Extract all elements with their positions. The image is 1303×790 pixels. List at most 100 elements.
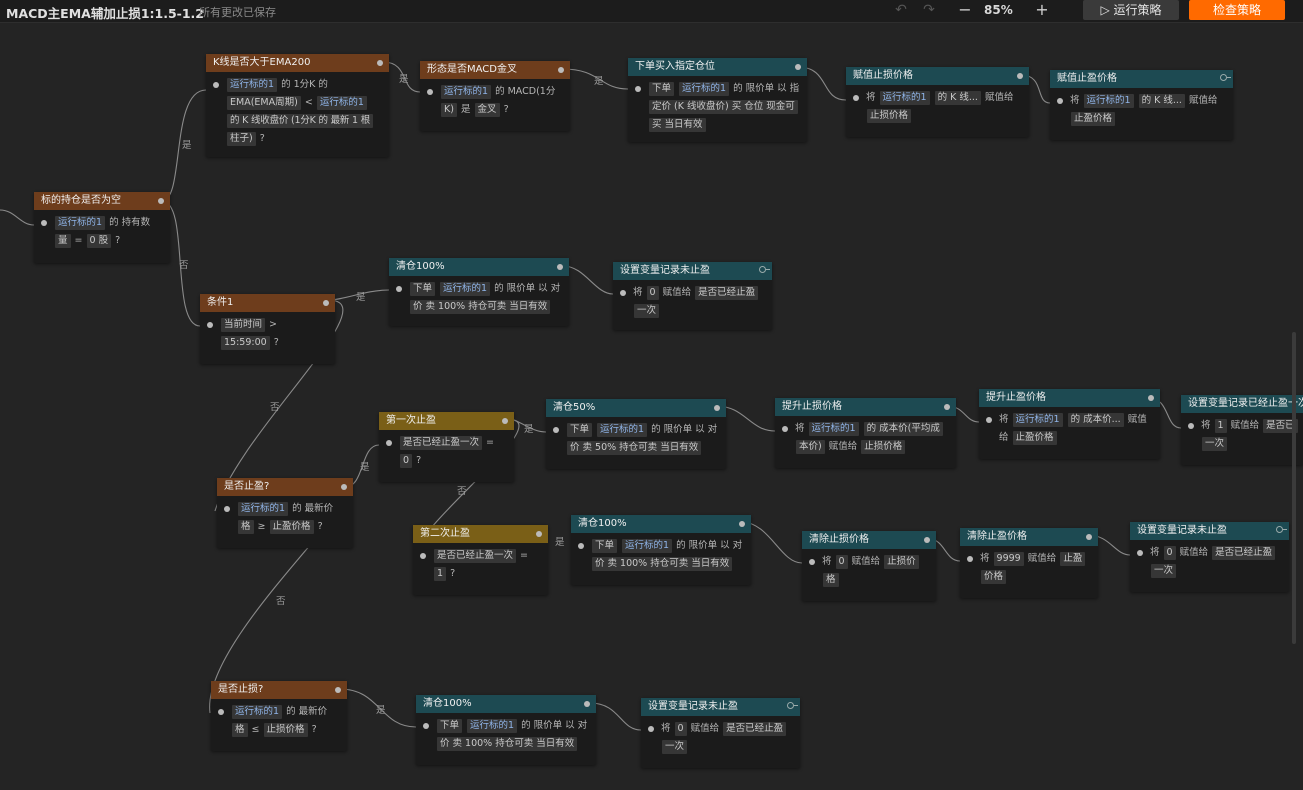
action-param[interactable]: 下单 xyxy=(649,82,675,96)
action-param[interactable]: 下单 xyxy=(410,282,436,296)
variable-param[interactable]: 格 xyxy=(823,573,839,587)
value-param[interactable]: 9999 xyxy=(993,552,1024,566)
value-param[interactable]: 0 xyxy=(1163,546,1176,560)
output-port[interactable] xyxy=(1148,395,1154,401)
target-param[interactable]: 运行标的1 xyxy=(1012,413,1063,427)
action-param[interactable]: 下单 xyxy=(592,539,618,553)
field-param[interactable]: 的 K 线... xyxy=(934,91,981,105)
end-port-icon[interactable] xyxy=(1276,526,1287,533)
input-port[interactable] xyxy=(782,426,788,432)
field-param[interactable]: 格 xyxy=(232,723,248,737)
condition-node-second-profit[interactable]: 第二次止盈 是否已经止盈一次 = 1 ? xyxy=(413,525,548,595)
action-node-set-not-profit-third[interactable]: 设置变量记录未止盈 将 0 赋值给 是否已经止盈 一次 xyxy=(641,698,800,768)
end-port-icon[interactable] xyxy=(759,266,770,273)
target-param[interactable]: 运行标的1 xyxy=(879,91,930,105)
variable-param[interactable]: 止损价格 xyxy=(861,440,906,454)
input-port[interactable] xyxy=(620,290,626,296)
action-node-clear-stop-loss[interactable]: 清除止损价格 将 0 赋值给 止损价格 xyxy=(802,531,936,601)
field-param[interactable]: 的 K 线收盘价 (1分K 的 最新 1 根 xyxy=(227,114,373,128)
variable-param[interactable]: 价格 xyxy=(981,570,1007,584)
input-port[interactable] xyxy=(423,723,429,729)
time-param[interactable]: 15:59:00 xyxy=(221,336,270,350)
input-port[interactable] xyxy=(1057,98,1063,104)
input-port[interactable] xyxy=(553,427,559,433)
input-port[interactable] xyxy=(578,543,584,549)
input-port[interactable] xyxy=(213,82,219,88)
field-param[interactable]: 本价) xyxy=(796,440,825,454)
output-port[interactable] xyxy=(502,418,508,424)
value-param[interactable]: 0 xyxy=(646,286,659,300)
input-port[interactable] xyxy=(224,506,230,512)
value-param[interactable]: 0 xyxy=(674,722,687,736)
variable-param[interactable]: 止损价格 xyxy=(867,109,912,123)
output-port[interactable] xyxy=(924,537,930,543)
variable-param[interactable]: 是否已经止盈 xyxy=(1212,546,1276,560)
input-port[interactable] xyxy=(853,95,859,101)
order-param[interactable]: 买 当日有效 xyxy=(649,118,706,132)
field-param[interactable]: 的 成本价(平均成 xyxy=(863,422,943,436)
output-port[interactable] xyxy=(323,300,329,306)
output-port[interactable] xyxy=(944,404,950,410)
input-port[interactable] xyxy=(635,86,641,92)
value-param[interactable]: 金叉 xyxy=(474,103,500,117)
target-param[interactable]: 运行标的1 xyxy=(238,502,289,516)
action-node-raise-take-profit[interactable]: 提升止盈价格 将 运行标的1 的 成本价... 赋值给 止盈价格 xyxy=(979,389,1160,459)
value-param[interactable]: 0 xyxy=(400,454,413,468)
target-param[interactable]: 运行标的1 xyxy=(441,85,492,99)
variable-param[interactable]: 一次 xyxy=(634,304,660,318)
variable-param[interactable]: 一次 xyxy=(1202,437,1228,451)
order-param[interactable]: 定价 (K 线收盘价) 买 仓位 现金可 xyxy=(649,100,798,114)
field-param[interactable]: 量 xyxy=(55,234,71,248)
action-node-assign-stop-loss[interactable]: 赋值止损价格 将 运行标的1 的 K 线... 赋值给 止损价格 xyxy=(846,67,1029,137)
value-param[interactable]: 0 股 xyxy=(86,234,112,248)
variable-param[interactable]: 一次 xyxy=(1151,564,1177,578)
value-param[interactable]: 0 xyxy=(835,555,848,569)
field-param[interactable]: 格 xyxy=(238,520,254,534)
variable-param[interactable]: 止盈 xyxy=(1060,552,1086,566)
target-param[interactable]: 运行标的1 xyxy=(622,539,673,553)
output-port[interactable] xyxy=(795,64,801,70)
input-port[interactable] xyxy=(386,440,392,446)
action-node-raise-stop-loss[interactable]: 提升止损价格 将 运行标的1 的 成本价(平均成 本价) 赋值给 止损价格 xyxy=(775,398,956,468)
end-port-icon[interactable] xyxy=(1220,74,1231,81)
output-port[interactable] xyxy=(536,531,542,537)
field-param[interactable]: 的 K 线... xyxy=(1138,94,1185,108)
condition-node-kline-above-ema200[interactable]: K线是否大于EMA200 运行标的1 的 1分K 的 EMA(EMA周期) < 运… xyxy=(206,54,389,157)
input-port[interactable] xyxy=(420,553,426,559)
vertical-scrollbar[interactable] xyxy=(1292,332,1296,644)
condition-node-macd-golden-cross[interactable]: 形态是否MACD金叉 运行标的1 的 MACD(1分 K) 是 金叉 ? xyxy=(420,61,570,131)
input-port[interactable] xyxy=(1188,423,1194,429)
condition-node-time-check[interactable]: 条件1 当前时间 >15:59:00 ? xyxy=(200,294,335,364)
output-port[interactable] xyxy=(1017,73,1023,79)
output-port[interactable] xyxy=(714,405,720,411)
field-param[interactable]: 的 成本价... xyxy=(1067,413,1124,427)
target-param[interactable]: 运行标的1 xyxy=(440,282,491,296)
output-port[interactable] xyxy=(1086,534,1092,540)
order-param[interactable]: 价 卖 100% 持仓可卖 当日有效 xyxy=(592,557,733,571)
action-node-set-not-profit-second[interactable]: 设置变量记录未止盈 将 0 赋值给 是否已经止盈 一次 xyxy=(1130,522,1289,592)
input-port[interactable] xyxy=(41,220,47,226)
condition-node-first-profit[interactable]: 第一次止盈 是否已经止盈一次 = 0 ? xyxy=(379,412,514,482)
variable-param[interactable]: 一次 xyxy=(662,740,688,754)
input-port[interactable] xyxy=(648,726,654,732)
action-node-set-profit-once[interactable]: 设置变量记录已经止盈一次 将 1 赋值给 是否已 一次 xyxy=(1181,395,1303,465)
indicator-param[interactable]: EMA(EMA周期) xyxy=(227,96,301,110)
field-param[interactable]: 当前时间 xyxy=(221,318,266,332)
output-port[interactable] xyxy=(158,198,164,204)
input-port[interactable] xyxy=(967,556,973,562)
field-param[interactable]: K) xyxy=(441,103,457,117)
target-param[interactable]: 运行标的1 xyxy=(808,422,859,436)
variable-param[interactable]: 是否已经止盈 xyxy=(723,722,787,736)
variable-param[interactable]: 是否已经止盈 xyxy=(695,286,759,300)
action-node-close-100-second[interactable]: 清仓100% 下单 运行标的1 的 限价单 以 对价 卖 100% 持仓可卖 当… xyxy=(571,515,751,585)
variable-param[interactable]: 是否已经止盈一次 xyxy=(400,436,483,450)
input-port[interactable] xyxy=(427,89,433,95)
input-port[interactable] xyxy=(207,322,213,328)
variable-param[interactable]: 是否已经止盈一次 xyxy=(434,549,517,563)
output-port[interactable] xyxy=(584,701,590,707)
output-port[interactable] xyxy=(558,67,564,73)
variable-param[interactable]: 止损价格 xyxy=(263,723,308,737)
input-port[interactable] xyxy=(809,559,815,565)
end-port-icon[interactable] xyxy=(787,702,798,709)
order-param[interactable]: 价 卖 50% 持仓可卖 当日有效 xyxy=(567,441,702,455)
